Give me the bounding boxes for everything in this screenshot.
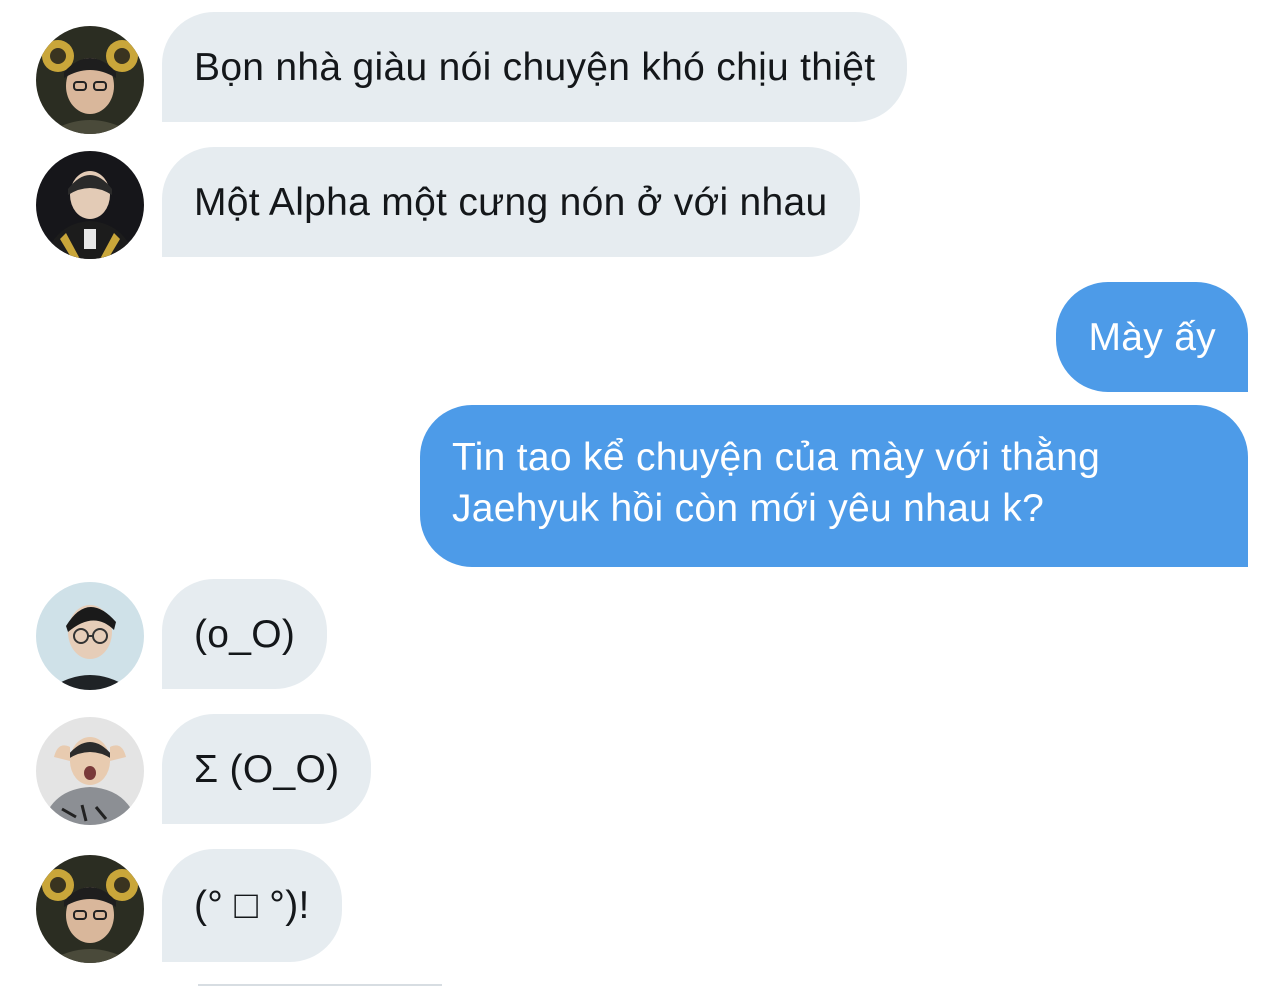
message-text: Tin tao kể chuyện của mày với thằng Jaeh… [452,436,1101,530]
avatar-gold-headset-icon[interactable] [36,855,144,963]
message-text: (o_O) [194,612,296,656]
message-bubble-incoming[interactable]: Σ (O_O) [162,714,372,824]
message-row: Bọn nhà giàu nói chuyện khó chịu thiệt [0,12,1284,134]
message-text: (° □ °)! [194,884,310,927]
message-text: Bọn nhà giàu nói chuyện khó chịu thiệt [194,45,876,89]
message-bubble-incoming[interactable]: (° □ °)! [162,849,342,962]
message-bubble-outgoing[interactable]: Tin tao kể chuyện của mày với thằng Jaeh… [420,405,1248,567]
message-text: Σ (O_O) [194,747,340,791]
avatar-glasses-portrait-icon[interactable] [36,582,144,690]
avatar-dark-jersey-icon[interactable] [36,151,144,259]
message-row: Mày ấy [0,282,1284,392]
message-text: Mày ấy [1088,315,1216,359]
message-row: Tin tao kể chuyện của mày với thằng Jaeh… [0,405,1284,567]
avatar-gold-headset-icon[interactable] [36,26,144,134]
message-text: Một Alpha một cưng nón ở với nhau [194,180,828,224]
message-bubble-incoming[interactable]: Một Alpha một cưng nón ở với nhau [162,147,860,257]
partial-next-message [198,984,442,990]
message-row: (o_O) [0,579,1284,691]
message-row: (° □ °)! [0,849,1284,963]
message-row: Một Alpha một cưng nón ở với nhau [0,147,1284,259]
avatar-grey-hoodie-icon[interactable] [36,717,144,825]
message-bubble-incoming[interactable]: (o_O) [162,579,328,689]
message-bubble-incoming[interactable]: Bọn nhà giàu nói chuyện khó chịu thiệt [162,12,908,122]
chat-thread: Bọn nhà giàu nói chuyện khó chịu thiệt M… [0,0,1284,988]
message-bubble-outgoing[interactable]: Mày ấy [1056,282,1248,392]
message-row: Σ (O_O) [0,714,1284,826]
